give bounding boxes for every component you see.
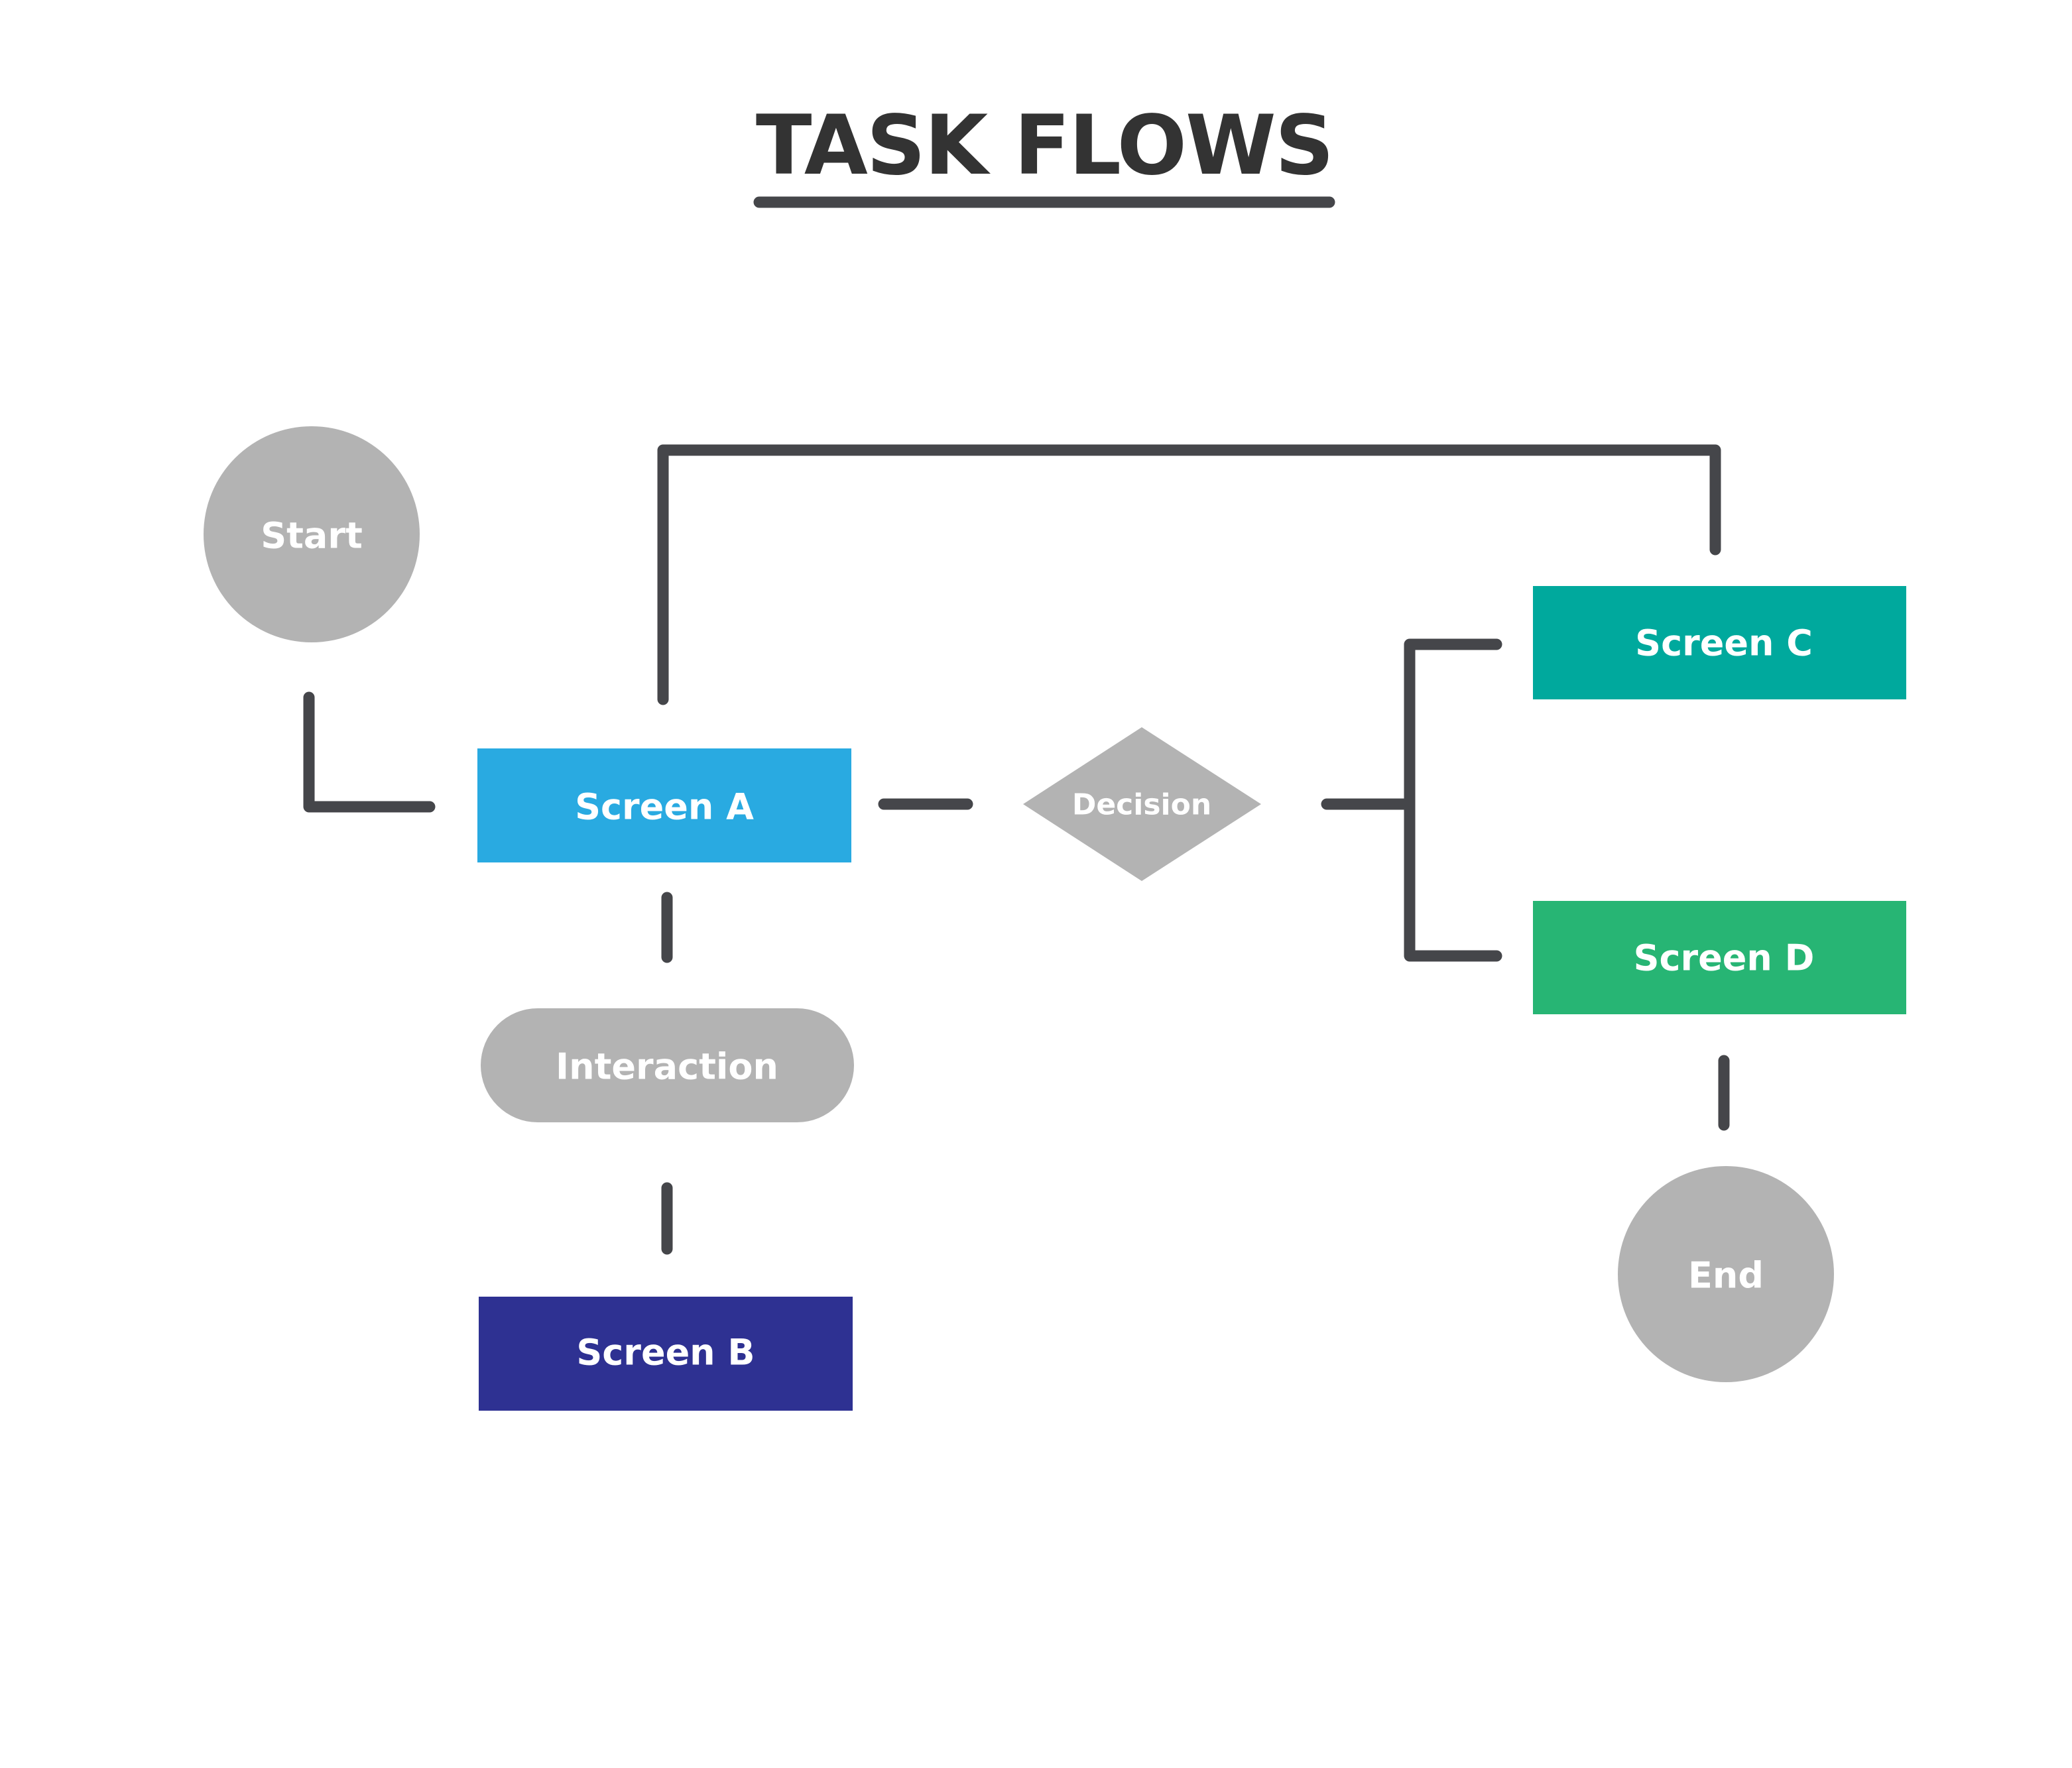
node-screen-d[interactable]: Screen D <box>1533 901 1906 1014</box>
screen-c-label: Screen C <box>1635 622 1813 664</box>
interaction-label: Interaction <box>556 1046 778 1088</box>
node-interaction[interactable]: Interaction <box>481 1008 854 1122</box>
start-label: Start <box>261 515 363 557</box>
decision-label: Decision <box>1072 788 1211 822</box>
end-label: End <box>1688 1255 1764 1297</box>
connector-start-to-screen-a <box>303 691 436 813</box>
node-start[interactable]: Start <box>204 426 420 642</box>
screen-d-label: Screen D <box>1634 937 1815 979</box>
node-screen-b[interactable]: Screen B <box>479 1297 853 1411</box>
node-decision[interactable]: Decision <box>1023 727 1261 881</box>
node-end[interactable]: End <box>1618 1166 1834 1382</box>
node-screen-a[interactable]: Screen A <box>477 748 851 862</box>
screen-b-label: Screen B <box>576 1332 755 1374</box>
node-screen-c[interactable]: Screen C <box>1533 586 1906 699</box>
task-flow-diagram: Start Screen A Interaction Screen B Deci… <box>204 196 1906 1411</box>
connector-decision-to-screens-c-d <box>1404 638 1502 962</box>
screen-a-label: Screen A <box>575 786 754 828</box>
